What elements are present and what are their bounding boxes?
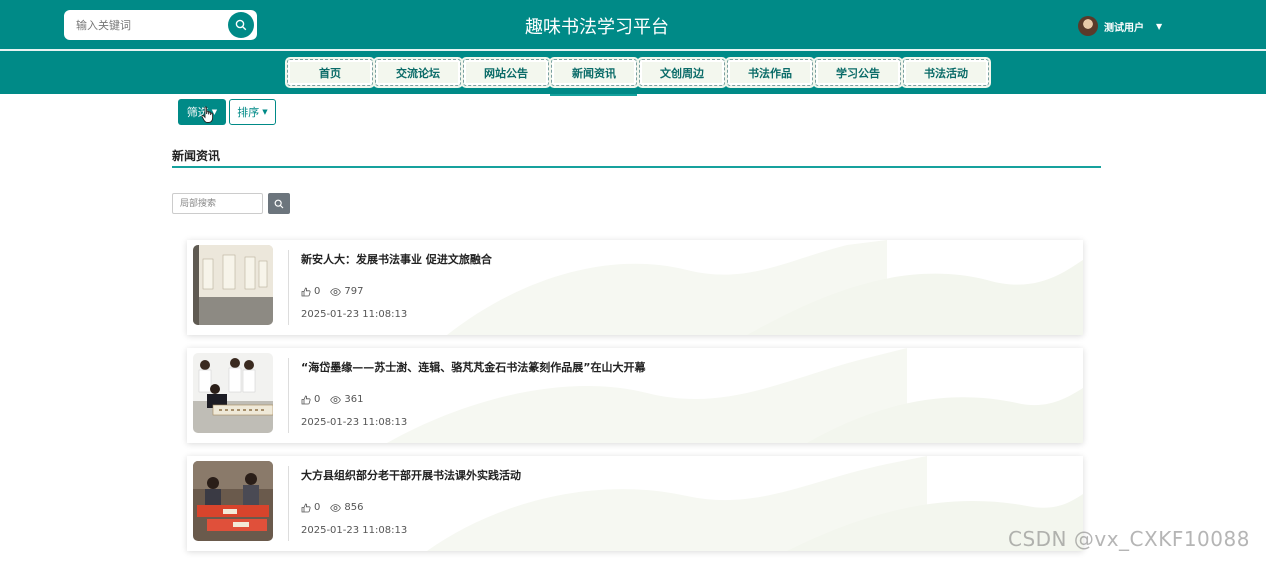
- news-stats: 0 856: [301, 502, 373, 513]
- news-thumbnail: [193, 245, 273, 325]
- hand-cursor-icon: [201, 106, 214, 123]
- sort-label: 排序: [237, 106, 260, 119]
- search-icon: [274, 199, 284, 208]
- main-nav: 首页 交流论坛 网站公告 新闻资讯 文创周边 书法作品 学习公告 书法活动: [0, 51, 1266, 94]
- username: 测试用户: [1104, 22, 1144, 34]
- likes-count: 0: [301, 394, 320, 405]
- card-divider: [288, 250, 289, 325]
- active-tab-underline: [550, 94, 637, 96]
- header-bar: 趣味书法学习平台 测试用户 ▼: [0, 0, 1266, 49]
- nav-item-forum[interactable]: 交流论坛: [373, 57, 463, 88]
- views-value: 797: [344, 286, 364, 297]
- nav-item-home[interactable]: 首页: [285, 57, 375, 88]
- caret-down-icon: ▼: [262, 108, 268, 116]
- likes-count: 0: [301, 286, 320, 297]
- local-search-input[interactable]: [172, 193, 263, 214]
- views-count: 361: [330, 394, 363, 405]
- news-item[interactable]: “海岱墨缘——苏士澍、连辑、骆芃芃金石书法篆刻作品展”在山大开幕 0 361 2…: [187, 348, 1083, 443]
- views-count: 856: [330, 502, 363, 513]
- nav-item-announcements[interactable]: 网站公告: [461, 57, 551, 88]
- section-title: 新闻资讯: [172, 149, 221, 163]
- news-item[interactable]: 新安人大：发展书法事业 促进文旅融合 0 797 2025-01-23 11:0…: [187, 240, 1083, 335]
- news-title[interactable]: 新安人大：发展书法事业 促进文旅融合: [301, 251, 492, 267]
- site-title: 趣味书法学习平台: [525, 17, 669, 38]
- news-time: 2025-01-23 11:08:13: [301, 417, 408, 428]
- nav-item-merchandise[interactable]: 文创周边: [637, 57, 727, 88]
- card-divider: [288, 466, 289, 541]
- news-thumbnail: [193, 461, 273, 541]
- thumbs-up-icon: [301, 287, 311, 296]
- chevron-down-icon: ▼: [1156, 21, 1163, 31]
- views-count: 797: [330, 286, 363, 297]
- news-item[interactable]: 大方县组织部分老干部开展书法课外实践活动 0 856 2025-01-23 11…: [187, 456, 1083, 551]
- likes-value: 0: [314, 502, 321, 513]
- news-thumbnail: [193, 353, 273, 433]
- news-time: 2025-01-23 11:08:13: [301, 525, 408, 536]
- likes-count: 0: [301, 502, 320, 513]
- thumbs-up-icon: [301, 395, 311, 404]
- watermark: CSDN @vx_CXKF10088: [1008, 527, 1250, 551]
- nav-item-works[interactable]: 书法作品: [725, 57, 815, 88]
- nav-item-study-notices[interactable]: 学习公告: [813, 57, 903, 88]
- news-title[interactable]: “海岱墨缘——苏士澍、连辑、骆芃芃金石书法篆刻作品展”在山大开幕: [301, 359, 645, 375]
- card-divider: [288, 358, 289, 433]
- nav-item-activities[interactable]: 书法活动: [901, 57, 991, 88]
- local-search-button[interactable]: [268, 193, 290, 214]
- section-divider: [172, 166, 1101, 168]
- user-menu[interactable]: 测试用户 ▼: [1078, 15, 1162, 37]
- news-stats: 0 361: [301, 394, 373, 405]
- views-value: 856: [344, 502, 364, 513]
- views-value: 361: [344, 394, 364, 405]
- likes-value: 0: [314, 394, 321, 405]
- avatar: [1078, 16, 1098, 36]
- nav-item-news[interactable]: 新闻资讯: [549, 57, 639, 88]
- likes-value: 0: [314, 286, 321, 297]
- eye-icon: [330, 287, 342, 296]
- eye-icon: [330, 395, 342, 404]
- eye-icon: [330, 503, 342, 512]
- news-stats: 0 797: [301, 286, 373, 297]
- news-title[interactable]: 大方县组织部分老干部开展书法课外实践活动: [301, 467, 521, 483]
- news-time: 2025-01-23 11:08:13: [301, 309, 408, 320]
- thumbs-up-icon: [301, 503, 311, 512]
- sort-button[interactable]: 排序 ▼: [229, 99, 276, 125]
